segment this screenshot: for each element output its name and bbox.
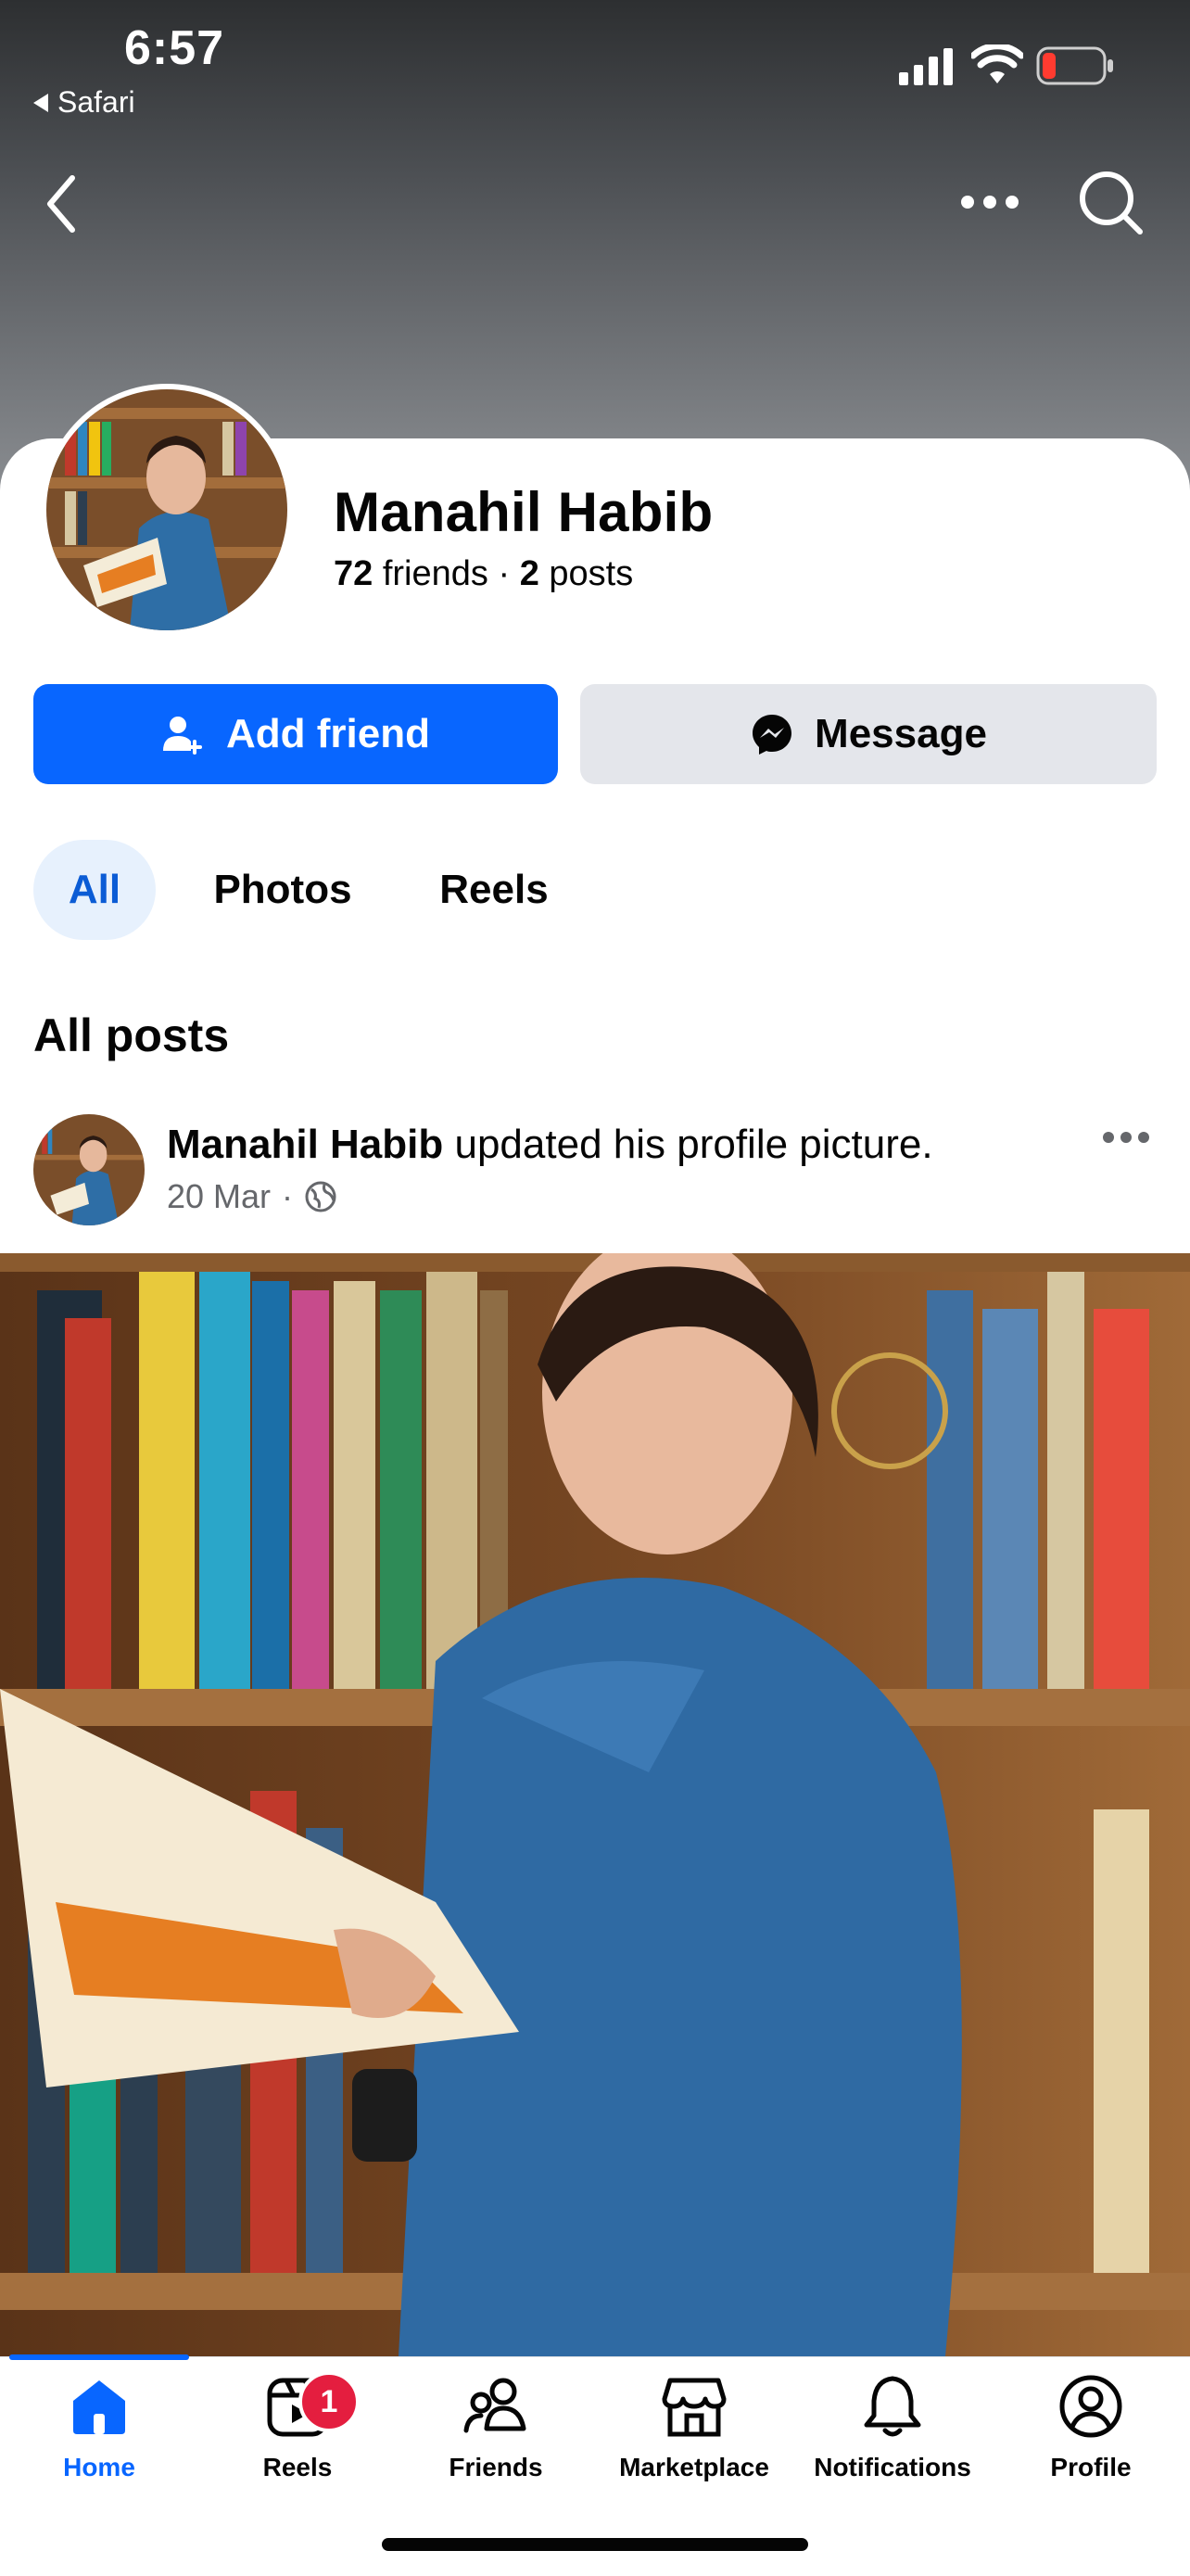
back-triangle-icon: [33, 93, 48, 112]
post-author-avatar[interactable]: [33, 1114, 145, 1225]
status-time: 6:57: [124, 21, 225, 75]
profile-stats: 72 friends · 2 posts: [334, 554, 633, 594]
battery-icon: [1036, 46, 1113, 85]
signal-icon: [899, 48, 953, 85]
nav-friends-label: Friends: [449, 2453, 543, 2481]
profile-avatar[interactable]: [46, 389, 287, 630]
nav-notifications[interactable]: Notifications: [793, 2373, 992, 2512]
nav-friends[interactable]: Friends: [397, 2373, 595, 2512]
tab-all[interactable]: All: [33, 840, 156, 940]
post-more-icon[interactable]: [1103, 1131, 1149, 1144]
status-bar: 6:57 Safari: [0, 0, 1190, 130]
nav-profile-label: Profile: [1050, 2453, 1132, 2481]
post-photo-image: [0, 1253, 1190, 2356]
back-app-label: Safari: [57, 85, 135, 119]
bell-icon: [864, 2376, 921, 2437]
nav-marketplace-label: Marketplace: [619, 2453, 769, 2481]
nav-notifications-label: Notifications: [814, 2453, 971, 2481]
search-icon[interactable]: [1077, 169, 1146, 237]
tab-photos[interactable]: Photos: [195, 840, 371, 940]
marketplace-icon: [662, 2378, 727, 2437]
home-indicator: [382, 2538, 808, 2551]
avatar-photo: [46, 389, 287, 630]
message-button[interactable]: Message: [580, 684, 1157, 784]
nav-reels-label: Reels: [262, 2453, 333, 2481]
post-action-text: updated his profile picture.: [454, 1122, 933, 1167]
add-person-icon: [163, 717, 202, 755]
nav-marketplace[interactable]: Marketplace: [595, 2373, 793, 2512]
home-icon: [73, 2380, 125, 2434]
friends-label[interactable]: friends: [383, 554, 488, 593]
globe-icon: [305, 1181, 336, 1212]
post-author-name[interactable]: Manahil Habib: [167, 1122, 443, 1167]
nav-profile[interactable]: Profile: [992, 2373, 1190, 2512]
profile-icon: [1059, 2375, 1122, 2438]
post-header: Manahil Habib updated his profile pictur…: [167, 1122, 933, 1168]
add-friend-label: Add friend: [226, 711, 430, 756]
friends-icon: [463, 2378, 526, 2433]
section-title: All posts: [33, 1009, 230, 1061]
wifi-icon: [971, 44, 1023, 83]
posts-count: 2: [519, 554, 539, 593]
messenger-icon: [753, 715, 792, 755]
reels-notification-badge: 1: [298, 2371, 360, 2432]
nav-reels[interactable]: Reels: [198, 2373, 397, 2512]
friends-count[interactable]: 72: [334, 554, 373, 593]
profile-name: Manahil Habib: [334, 481, 714, 543]
add-friend-button[interactable]: Add friend: [33, 684, 558, 784]
message-label: Message: [815, 711, 987, 756]
stats-separator: ·: [498, 554, 511, 593]
tab-reels[interactable]: Reels: [415, 840, 573, 940]
nav-home-label: Home: [63, 2453, 135, 2481]
post-avatar-photo: [33, 1114, 145, 1225]
back-arrow-icon[interactable]: [43, 172, 80, 235]
nav-home[interactable]: Home: [0, 2373, 198, 2512]
active-tab-indicator: [9, 2354, 189, 2360]
more-options-icon[interactable]: [960, 193, 1019, 211]
post-meta-separator: ·: [282, 1177, 294, 1215]
post-meta: 20 Mar ·: [167, 1177, 337, 1216]
post-photo[interactable]: [0, 1253, 1190, 2356]
post-date[interactable]: 20 Mar: [167, 1177, 271, 1216]
posts-label: posts: [549, 554, 634, 593]
back-to-app-link[interactable]: Safari: [33, 85, 135, 120]
